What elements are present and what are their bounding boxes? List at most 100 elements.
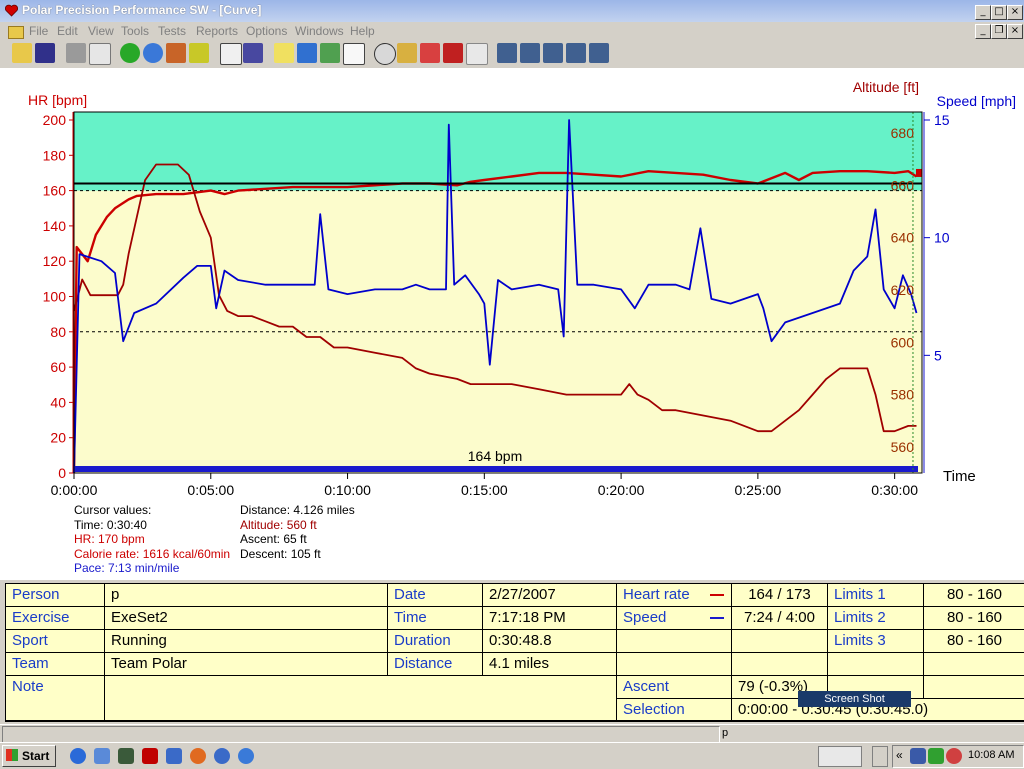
menu-edit[interactable]: Edit xyxy=(57,24,78,38)
marker-icon[interactable] xyxy=(420,43,440,63)
tray-chevron-icon[interactable]: « xyxy=(896,748,903,762)
child-restore-button[interactable]: ❐ xyxy=(991,24,1007,39)
clock[interactable]: 10:08 AM xyxy=(968,749,1014,761)
status-pane-text: p xyxy=(722,727,729,739)
menu-file[interactable]: File xyxy=(29,24,48,38)
heart-rate-value: 164 / 173 xyxy=(732,584,828,607)
note-label: Note xyxy=(6,676,105,721)
menu-view[interactable]: View xyxy=(88,24,114,38)
scroll-arrows-icon[interactable] xyxy=(872,746,888,767)
person-icon[interactable] xyxy=(166,43,186,63)
menu-tests[interactable]: Tests xyxy=(158,24,186,38)
hr-tick-label: 60 xyxy=(50,359,66,375)
start-button[interactable]: Start xyxy=(2,745,56,767)
thunderbird-icon[interactable] xyxy=(214,748,230,764)
save-icon[interactable] xyxy=(35,43,55,63)
open-icon[interactable] xyxy=(12,43,32,63)
time-label: Time xyxy=(388,607,483,630)
menu-bar: File Edit View Tools Tests Reports Optio… xyxy=(0,22,1024,40)
menu-tools[interactable]: Tools xyxy=(121,24,149,38)
summary-chart-2-icon[interactable] xyxy=(520,43,540,63)
cursor-values: Cursor values: Time: 0:30:40 HR: 170 bpm… xyxy=(74,503,240,576)
bar-chart-icon[interactable] xyxy=(297,43,317,63)
maximize-button[interactable]: □ xyxy=(991,5,1007,20)
hr-axis-title: HR [bpm] xyxy=(28,92,87,108)
percent-chart-icon[interactable] xyxy=(320,43,340,63)
person-label: Person xyxy=(6,584,105,607)
curve-icon[interactable] xyxy=(466,43,488,65)
media-icon[interactable] xyxy=(166,748,182,764)
refresh-icon[interactable] xyxy=(120,43,140,63)
empty-cell-b xyxy=(732,630,828,653)
team-value[interactable]: Team Polar xyxy=(105,653,388,676)
calendar-icon[interactable] xyxy=(220,43,242,65)
volume-control[interactable] xyxy=(818,746,862,767)
summary-chart-4-icon[interactable] xyxy=(566,43,586,63)
child-minimize-button[interactable]: _ xyxy=(975,24,991,39)
menu-options[interactable]: Options xyxy=(246,24,287,38)
quicktime-icon[interactable] xyxy=(238,748,254,764)
menu-windows[interactable]: Windows xyxy=(295,24,344,38)
menu-reports[interactable]: Reports xyxy=(196,24,238,38)
x-tick-label: 0:25:00 xyxy=(735,482,782,498)
cursor-altitude: Altitude: 560 ft xyxy=(240,517,317,532)
zoom-chart-icon[interactable] xyxy=(397,43,417,63)
tray-app-3-icon[interactable] xyxy=(946,748,962,764)
hr-tick-label: 140 xyxy=(43,218,67,234)
firefox-icon[interactable] xyxy=(190,748,206,764)
x-tick-label: 0:15:00 xyxy=(461,482,508,498)
globe-icon[interactable] xyxy=(143,43,163,63)
compare-icon[interactable] xyxy=(443,43,463,63)
hr-tick-label: 160 xyxy=(43,183,67,199)
table-icon[interactable] xyxy=(343,43,365,65)
summary-chart-5-icon[interactable] xyxy=(589,43,609,63)
note-value[interactable] xyxy=(105,676,617,721)
hr-tick-label: 200 xyxy=(43,112,67,128)
duration-label: Duration xyxy=(388,630,483,653)
ie-icon[interactable] xyxy=(70,748,86,764)
cursor-ascent: Ascent: 65 ft xyxy=(240,532,307,547)
start-label: Start xyxy=(22,749,50,763)
selection-bar xyxy=(74,466,918,472)
speed-value: 7:24 / 4:00 xyxy=(732,607,828,630)
tray-app-1-icon[interactable] xyxy=(910,748,926,764)
explorer-icon[interactable] xyxy=(94,748,110,764)
heart-rate-label-text: Heart rate xyxy=(623,586,690,603)
status-bar: p xyxy=(0,724,1024,743)
menu-help[interactable]: Help xyxy=(350,24,375,38)
close-button[interactable]: × xyxy=(1007,5,1023,20)
cursor-hr-marker xyxy=(916,168,922,177)
empty-cell-f xyxy=(924,653,1024,676)
exercise-value[interactable]: ExeSet2 xyxy=(105,607,388,630)
sport-label: Sport xyxy=(6,630,105,653)
empty-cell-h xyxy=(924,676,1024,699)
tray-app-2-icon[interactable] xyxy=(928,748,944,764)
hr-tick-label: 40 xyxy=(50,394,66,410)
area-chart-icon[interactable] xyxy=(274,43,294,63)
distance-value: 4.1 miles xyxy=(483,653,617,676)
hr-legend-line xyxy=(710,594,724,596)
hand-icon[interactable] xyxy=(118,748,134,764)
hr-tick-label: 180 xyxy=(43,147,67,163)
summary-chart-3-icon[interactable] xyxy=(543,43,563,63)
book-icon[interactable] xyxy=(243,43,263,63)
polar-heart-icon[interactable] xyxy=(142,748,158,764)
title-bar: Polar Precision Performance SW - [Curve]… xyxy=(0,0,1024,22)
sport-value[interactable]: Running xyxy=(105,630,388,653)
person-value[interactable]: p xyxy=(105,584,388,607)
cursor-distance: Distance: 4.126 miles xyxy=(240,503,355,517)
limits-2-value: 80 - 160 xyxy=(924,607,1024,630)
child-close-button[interactable]: × xyxy=(1007,24,1023,39)
limits-1-label: Limits 1 xyxy=(828,584,924,607)
cursor-heading: Cursor values: xyxy=(74,503,152,517)
zoom-icon[interactable] xyxy=(374,43,396,65)
altitude-tick-label: 620 xyxy=(891,282,915,298)
copy-icon[interactable] xyxy=(89,43,111,65)
speed-legend-line xyxy=(710,617,724,619)
summary-chart-icon[interactable] xyxy=(497,43,517,63)
minimize-button[interactable]: _ xyxy=(975,5,991,20)
print-icon[interactable] xyxy=(66,43,86,63)
limits-3-label: Limits 3 xyxy=(828,630,924,653)
wand-icon[interactable] xyxy=(189,43,209,63)
limits-2-label: Limits 2 xyxy=(828,607,924,630)
